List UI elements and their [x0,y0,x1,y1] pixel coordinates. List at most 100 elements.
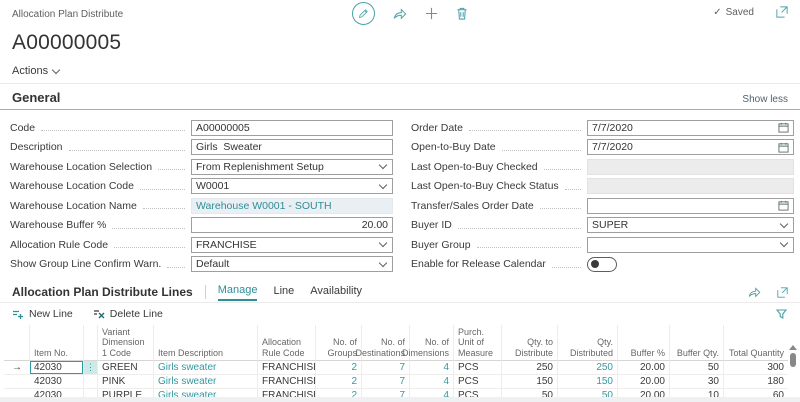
warehouse-location-name-link[interactable]: Warehouse W0001 - SOUTH [191,198,393,214]
warehouse-buffer-input[interactable]: 20.00 [191,217,393,233]
buyer-group-select[interactable] [587,237,794,253]
field-tso-date-label: Transfer/Sales Order Date [411,200,534,212]
order-date-input[interactable]: 7/7/2020 [587,120,794,136]
row-context-menu-icon[interactable]: ⋮ [84,361,97,374]
dotted-leader [458,228,581,229]
cell-allocation-rule[interactable]: FRANCHISE [258,375,316,389]
general-left-column: Code A00000005 Description Girls Sweater… [10,118,393,274]
cell-buffer-qty[interactable]: 50 [670,361,724,375]
field-otb-date-label: Open-to-Buy Date [411,141,496,153]
cell-item-no[interactable]: 42030 [30,375,84,389]
lines-section-title: Allocation Plan Distribute Lines [12,285,193,299]
col-purch-uom[interactable]: Purch. Unit of Measure [454,325,502,361]
col-item-description[interactable]: Item Description [154,325,258,361]
col-variant[interactable]: Variant Dimension 1 Code [98,325,154,361]
selected-row-arrow-icon: → [4,361,30,375]
scroll-up-icon[interactable] [789,345,797,350]
show-group-line-confirm-select[interactable]: Default [191,256,393,272]
field-wlc-label: Warehouse Location Code [10,180,134,192]
col-buffer-pct[interactable]: Buffer % [618,325,670,361]
col-buffer-qty[interactable]: Buffer Qty. [670,325,724,361]
field-buffer-label: Warehouse Buffer % [10,219,106,231]
col-item-no[interactable]: Item No. [30,325,84,361]
cell-qty-to-distribute[interactable]: 250 [502,361,558,375]
description-input[interactable]: Girls Sweater [191,139,393,155]
add-icon[interactable] [425,7,438,20]
field-warehouse-location-selection: Warehouse Location Selection From Replen… [10,157,393,177]
cell-purch-uom[interactable]: PCS [454,375,502,389]
cell-item-description[interactable]: Girls sweater [154,375,258,389]
cell-item-description[interactable]: Girls sweater [154,361,258,375]
cell-qty-to-distribute[interactable]: 150 [502,375,558,389]
buyer-id-select[interactable]: SUPER [587,217,794,233]
actions-menu[interactable]: Actions [0,55,800,84]
show-less-link[interactable]: Show less [742,94,788,105]
cell-item-no[interactable]: 42030 [30,361,84,375]
allocation-rule-code-select[interactable]: FRANCHISE [191,237,393,253]
cell-variant[interactable]: GREEN [98,361,154,375]
cell-buffer-qty[interactable]: 30 [670,375,724,389]
dotted-leader [69,150,185,151]
field-last-otb-check-status: Last Open-to-Buy Check Status [411,177,794,197]
edit-icon[interactable] [352,2,375,25]
cell-no-dimensions[interactable]: 4 [410,361,454,375]
general-section-header: General Show less [0,84,800,109]
share-icon[interactable] [393,7,407,20]
dotted-leader [158,169,185,170]
lines-toolbar: New Line Delete Line [0,303,800,325]
popout-icon[interactable] [776,6,788,18]
lines-section-header: Allocation Plan Distribute Lines Manage … [0,274,800,300]
col-menu [84,325,98,361]
cell-purch-uom[interactable]: PCS [454,361,502,375]
cell-buffer-pct[interactable]: 20.00 [618,361,670,375]
tab-manage[interactable]: Manage [218,284,258,301]
col-qty-distributed[interactable]: Qty. Distributed [558,325,618,361]
cell-qty-distributed[interactable]: 250 [558,361,618,375]
filter-icon[interactable] [776,308,788,320]
scrollbar-thumb[interactable] [790,353,796,367]
table-row[interactable]: 42030 PINK Girls sweater FRANCHISE 2 7 4… [4,375,788,389]
dotted-leader [140,189,185,190]
transfer-sales-order-date-input[interactable] [587,198,794,214]
field-warehouse-location-name: Warehouse Location Name Warehouse W0001 … [10,196,393,216]
popout-icon[interactable] [777,286,788,298]
chevron-down-icon [379,259,387,267]
cell-allocation-rule[interactable]: FRANCHISE [258,361,316,375]
table-scrollbar[interactable] [788,345,798,397]
delete-icon[interactable] [456,7,468,20]
cell-no-groups[interactable]: 2 [316,361,362,375]
dotted-leader [143,208,185,209]
col-total-quantity[interactable]: Total Quantity [724,325,788,361]
field-wls-label: Warehouse Location Selection [10,161,152,173]
code-input[interactable]: A00000005 [191,120,393,136]
col-qty-to-distribute[interactable]: Qty. to Distribute [502,325,558,361]
open-to-buy-date-input[interactable]: 7/7/2020 [587,139,794,155]
cell-no-groups[interactable]: 2 [316,375,362,389]
cell-no-destinations[interactable]: 7 [362,375,410,389]
calendar-icon[interactable] [778,122,789,133]
col-no-dimensions[interactable]: No. of Dimensions [410,325,454,361]
cell-buffer-pct[interactable]: 20.00 [618,375,670,389]
tab-line[interactable]: Line [273,285,294,300]
cell-no-destinations[interactable]: 7 [362,361,410,375]
field-last-otb-status-label: Last Open-to-Buy Check Status [411,180,559,192]
share-icon[interactable] [748,286,761,298]
calendar-icon[interactable] [778,200,789,211]
general-section-title[interactable]: General [12,90,60,105]
delete-line-button[interactable]: Delete Line [93,308,163,320]
col-allocation-rule[interactable]: Allocation Rule Code [258,325,316,361]
enable-release-calendar-toggle[interactable] [587,257,617,272]
cell-total-quantity[interactable]: 300 [724,361,788,375]
warehouse-location-selection-select[interactable]: From Replenishment Setup [191,159,393,175]
warehouse-location-code-select[interactable]: W0001 [191,178,393,194]
cell-qty-distributed[interactable]: 150 [558,375,618,389]
cell-no-dimensions[interactable]: 4 [410,375,454,389]
calendar-icon[interactable] [778,142,789,153]
allocation-plan-distribute-page: Allocation Plan Distribute ✓ Saved [0,0,800,402]
table-row[interactable]: → 42030 ⋮ GREEN Girls sweater FRANCHISE … [4,361,788,375]
tab-availability[interactable]: Availability [310,285,362,300]
cell-total-quantity[interactable]: 180 [724,375,788,389]
new-line-button[interactable]: New Line [12,308,73,320]
cell-variant[interactable]: PINK [98,375,154,389]
new-line-label: New Line [29,308,73,320]
